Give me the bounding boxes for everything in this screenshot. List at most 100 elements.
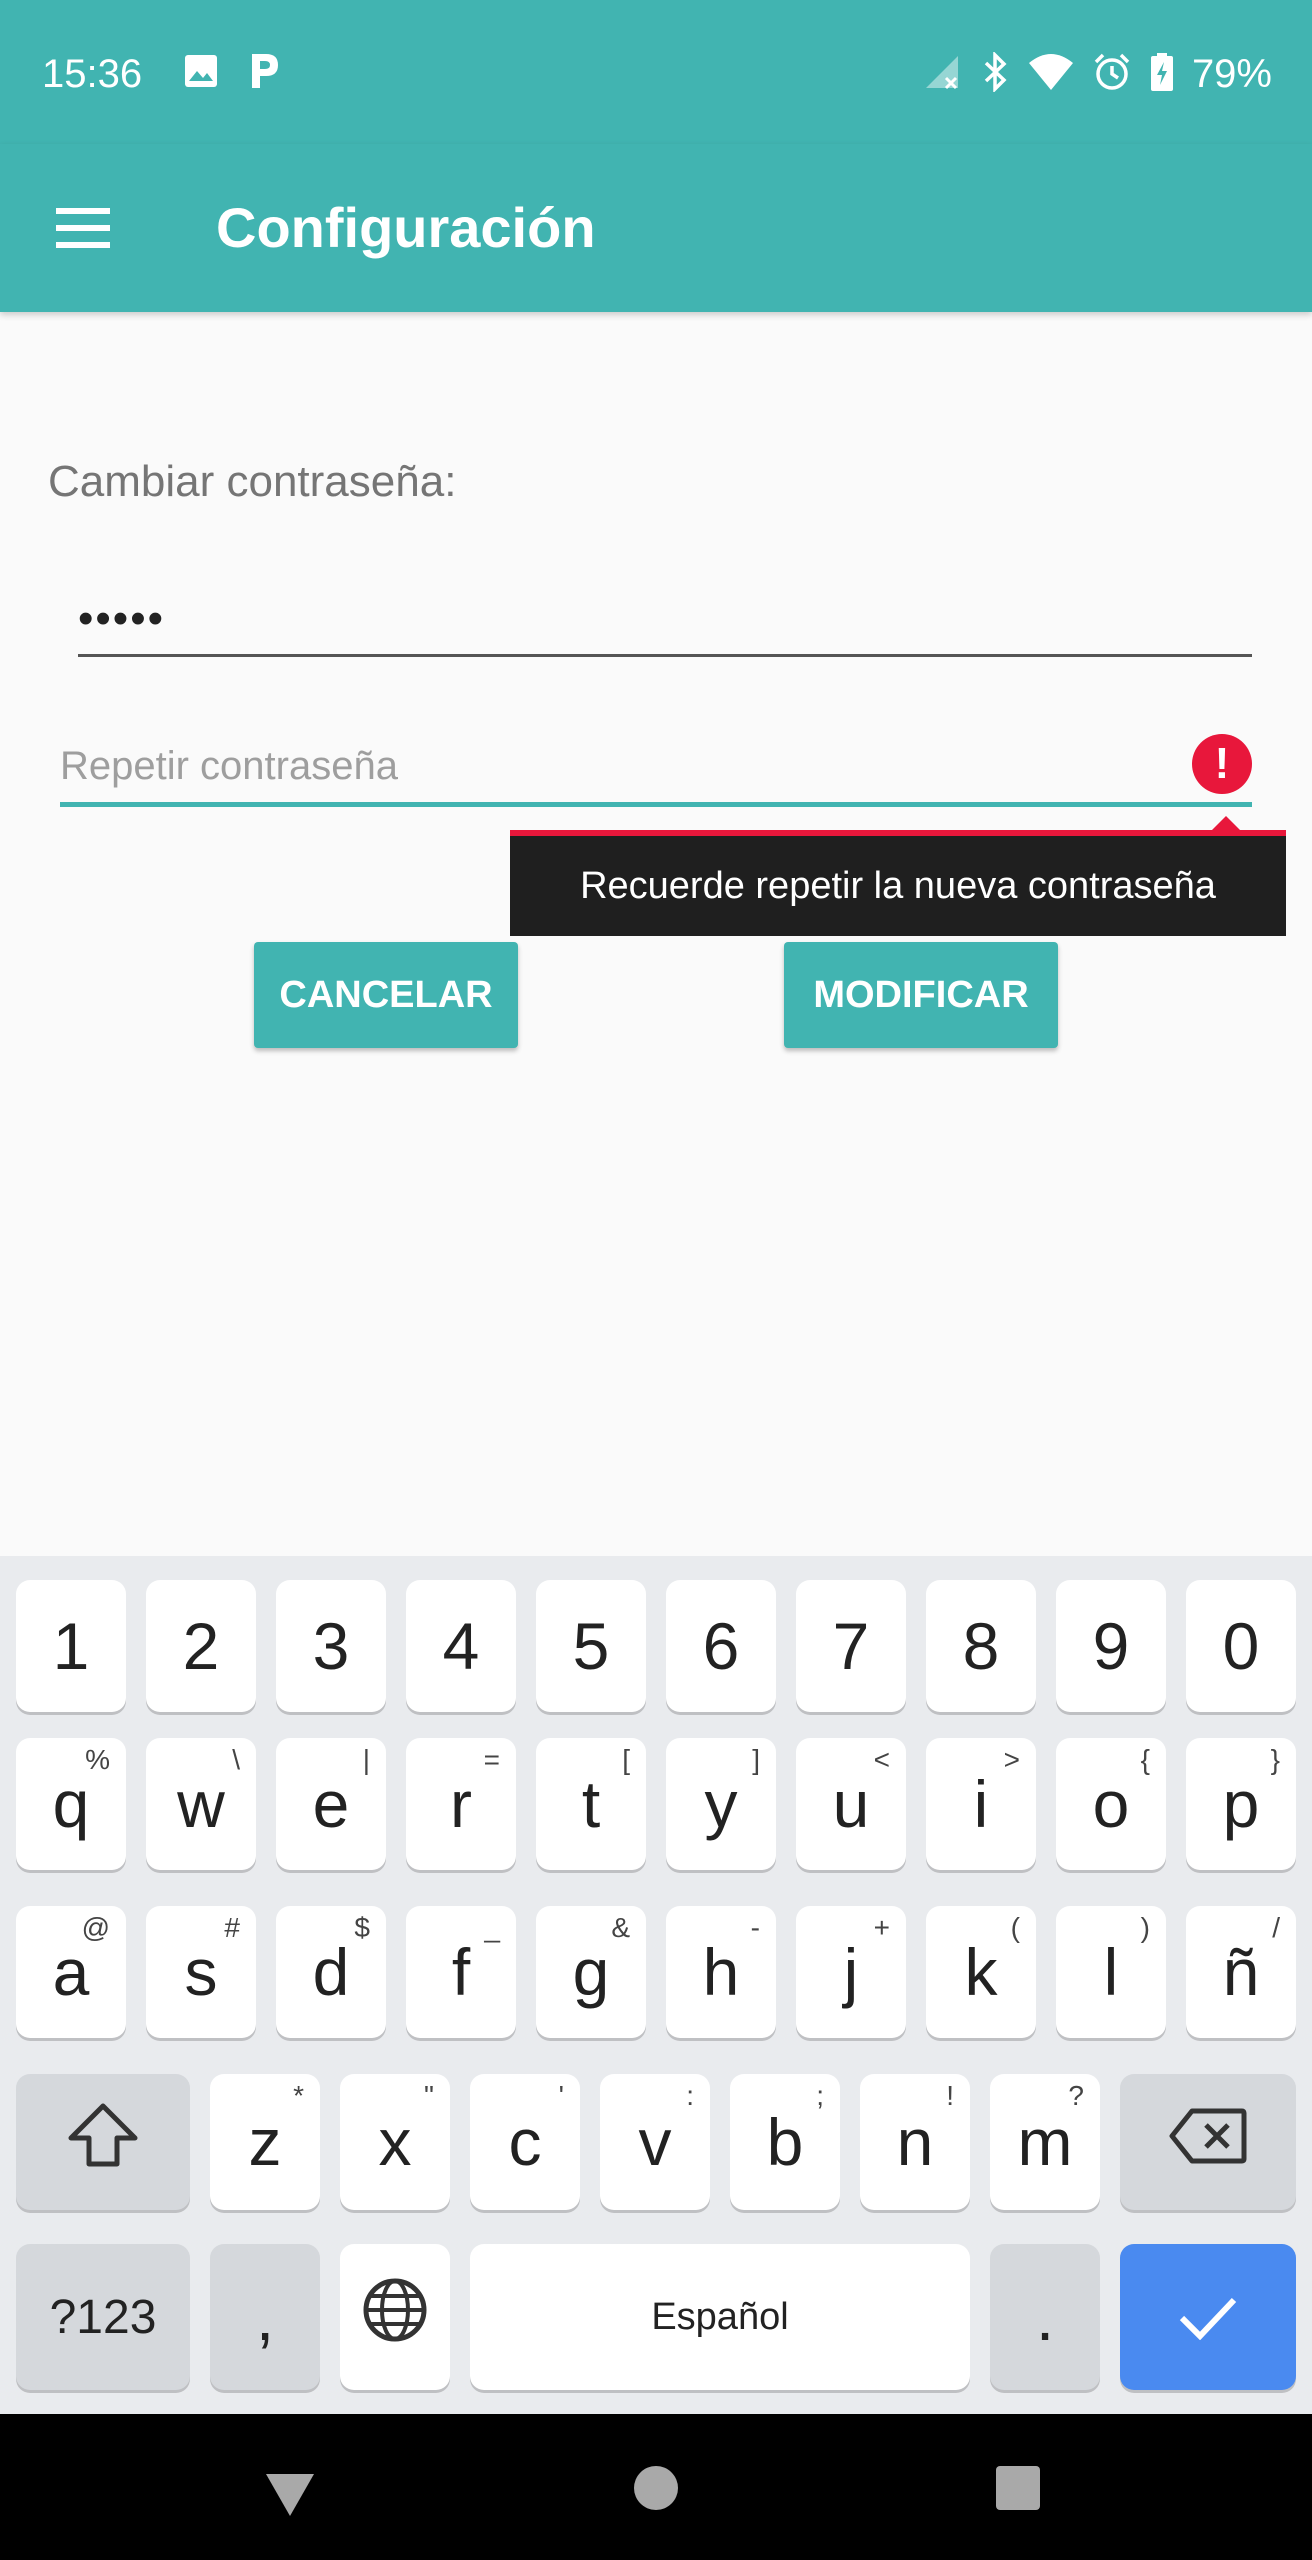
key-label: 8: [962, 1609, 1000, 1683]
key-label: c: [508, 2105, 542, 2179]
key-7[interactable]: 7: [796, 1580, 906, 1712]
key-g[interactable]: & g: [536, 1906, 646, 2038]
app-bar: Configuración: [0, 144, 1312, 312]
key-4[interactable]: 4: [406, 1580, 516, 1712]
key-label: 1: [52, 1609, 90, 1683]
key-label: u: [832, 1767, 870, 1841]
key-l[interactable]: ) l: [1056, 1906, 1166, 2038]
key-j[interactable]: + j: [796, 1906, 906, 2038]
key-i[interactable]: > i: [926, 1738, 1036, 1870]
error-icon: !: [1192, 734, 1252, 794]
change-password-label: Cambiar contraseña:: [48, 457, 457, 506]
back-icon[interactable]: [264, 2472, 316, 2523]
key-p[interactable]: } p: [1186, 1738, 1296, 1870]
key-q[interactable]: % q: [16, 1738, 126, 1870]
key-label: g: [572, 1935, 610, 2009]
battery-charging-icon: [1150, 52, 1174, 97]
key-w[interactable]: \ w: [146, 1738, 256, 1870]
image-icon: [184, 54, 218, 93]
key-a[interactable]: @ a: [16, 1906, 126, 2038]
backspace-key[interactable]: [1120, 2074, 1296, 2210]
key-label: n: [896, 2105, 934, 2179]
key-label: a: [52, 1935, 90, 2009]
key-label: f: [451, 1935, 471, 2009]
repeat-password-field: !: [60, 730, 1252, 807]
key-label: o: [1092, 1767, 1130, 1841]
key-s[interactable]: # s: [146, 1906, 256, 2038]
checkmark-icon: [1178, 2279, 1238, 2355]
key-label: 3: [312, 1609, 350, 1683]
signal-off-icon: [922, 52, 962, 97]
key-2[interactable]: 2: [146, 1580, 256, 1712]
key-label: s: [184, 1935, 218, 2009]
symbols-key[interactable]: ?123: [16, 2244, 190, 2390]
key-f[interactable]: _ f: [406, 1906, 516, 2038]
key-c[interactable]: ' c: [470, 2074, 580, 2210]
key-3[interactable]: 3: [276, 1580, 386, 1712]
key-9[interactable]: 9: [1056, 1580, 1166, 1712]
key-u[interactable]: < u: [796, 1738, 906, 1870]
key-label: x: [378, 2105, 412, 2179]
key-label: t: [581, 1767, 601, 1841]
page-title: Configuración: [216, 196, 596, 259]
shift-icon: [67, 2102, 139, 2183]
key-label: r: [450, 1767, 472, 1841]
key-label: l: [1103, 1935, 1119, 2009]
key-1[interactable]: 1: [16, 1580, 126, 1712]
key-x[interactable]: " x: [340, 2074, 450, 2210]
key-d[interactable]: $ d: [276, 1906, 386, 2038]
key-e[interactable]: | e: [276, 1738, 386, 1870]
key-r[interactable]: = r: [406, 1738, 516, 1870]
shift-key[interactable]: [16, 2074, 190, 2210]
key-label: 2: [182, 1609, 220, 1683]
key-label: v: [638, 2105, 672, 2179]
period-key[interactable]: .: [990, 2244, 1100, 2390]
key-label: 7: [832, 1609, 870, 1683]
recents-icon[interactable]: [996, 2466, 1040, 2510]
key-b[interactable]: ; b: [730, 2074, 840, 2210]
key-t[interactable]: [t: [536, 1738, 646, 1870]
soft-keyboard: 1 2 3 4 5 6 7 8 9 0 % q \ w | e = r[t] y < u > i{o} p @ a # s $ d _ f…: [0, 1556, 1312, 2414]
key-label: i: [973, 1767, 989, 1841]
key-m[interactable]: ? m: [990, 2074, 1100, 2210]
comma-key[interactable]: ,: [210, 2244, 320, 2390]
parking-app-icon: [248, 52, 280, 95]
battery-percent: 79%: [1191, 52, 1272, 96]
new-password-field[interactable]: •••••: [78, 584, 1252, 657]
key-label: 4: [442, 1609, 480, 1683]
key-label: p: [1222, 1767, 1260, 1841]
key-label: e: [312, 1767, 350, 1841]
key-o[interactable]: {o: [1056, 1738, 1166, 1870]
language-key[interactable]: [340, 2244, 450, 2390]
key-h[interactable]: -h: [666, 1906, 776, 2038]
key-y[interactable]: ] y: [666, 1738, 776, 1870]
key-8[interactable]: 8: [926, 1580, 1036, 1712]
key-label: b: [766, 2105, 804, 2179]
key-k[interactable]: (k: [926, 1906, 1036, 2038]
cancel-button[interactable]: CANCELAR: [254, 942, 518, 1048]
hamburger-menu-icon[interactable]: [48, 200, 112, 256]
key-label: q: [52, 1767, 90, 1841]
home-icon[interactable]: [634, 2466, 678, 2510]
space-key[interactable]: Español: [470, 2244, 970, 2390]
key-v[interactable]: :v: [600, 2074, 710, 2210]
key-label: 9: [1092, 1609, 1130, 1683]
status-bar: 15:36 79%: [0, 0, 1312, 144]
key-label: 0: [1222, 1609, 1260, 1683]
key-ñ[interactable]: / ñ: [1186, 1906, 1296, 2038]
key-label: k: [964, 1935, 998, 2009]
key-6[interactable]: 6: [666, 1580, 776, 1712]
key-label: h: [702, 1935, 740, 2009]
key-label: z: [248, 2105, 282, 2179]
bluetooth-icon: [980, 50, 1010, 97]
key-5[interactable]: 5: [536, 1580, 646, 1712]
key-n[interactable]: ! n: [860, 2074, 970, 2210]
modify-button[interactable]: MODIFICAR: [784, 942, 1058, 1048]
repeat-password-input[interactable]: [60, 730, 1160, 802]
key-label: 6: [702, 1609, 740, 1683]
key-z[interactable]: * z: [210, 2074, 320, 2210]
globe-icon: [362, 2277, 428, 2358]
key-0[interactable]: 0: [1186, 1580, 1296, 1712]
enter-key[interactable]: [1120, 2244, 1296, 2390]
key-label: j: [843, 1935, 859, 2009]
